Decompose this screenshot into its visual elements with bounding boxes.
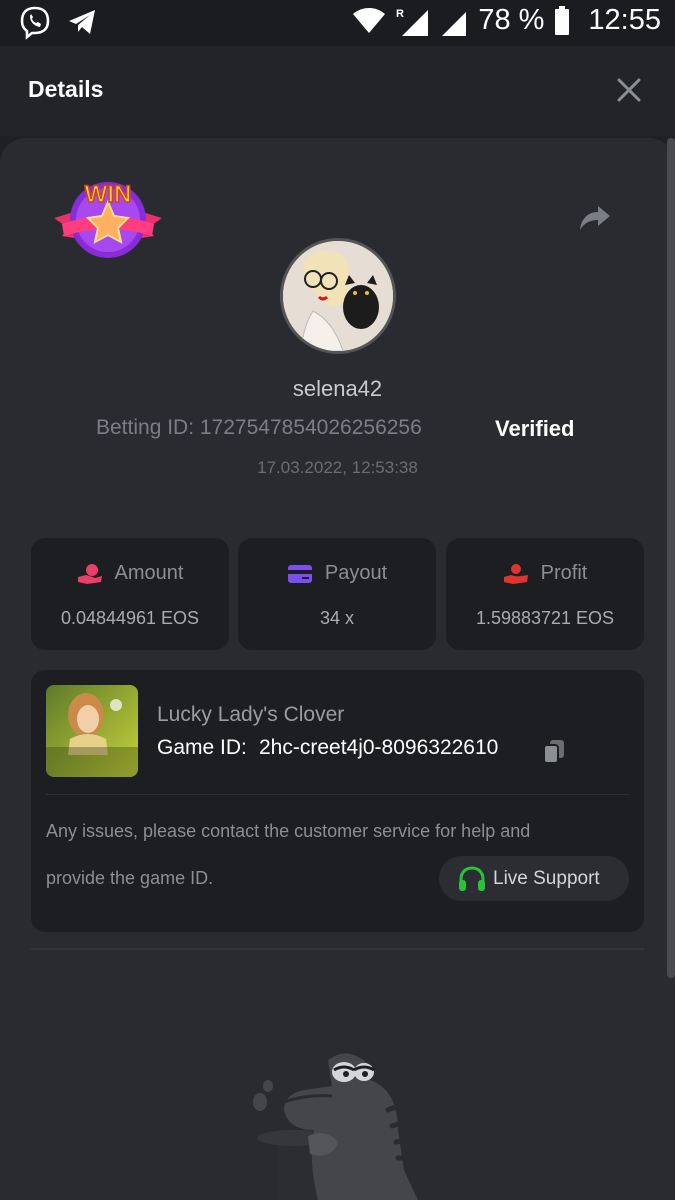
scrollbar[interactable] bbox=[667, 138, 675, 978]
game-thumbnail[interactable] bbox=[46, 685, 138, 777]
stat-payout: Payout 34 x bbox=[238, 538, 436, 650]
profit-hand-icon bbox=[503, 563, 528, 584]
signal-roaming-icon: R bbox=[396, 8, 429, 36]
details-header: Details bbox=[0, 46, 675, 136]
card-icon bbox=[287, 564, 312, 583]
coins-hand-icon bbox=[77, 563, 102, 584]
support-notice-line2: provide the game ID. bbox=[46, 868, 214, 888]
game-name: Lucky Lady's Clover bbox=[157, 703, 345, 726]
viber-icon bbox=[20, 6, 50, 40]
section-divider bbox=[31, 948, 644, 950]
betting-id: Betting ID: 1727547854026256256 bbox=[96, 416, 422, 439]
wifi-icon bbox=[353, 7, 386, 33]
crocodile-mascot-icon bbox=[253, 1053, 418, 1200]
live-support-button[interactable]: Live Support bbox=[439, 856, 629, 901]
copy-icon[interactable] bbox=[542, 738, 566, 764]
telegram-icon bbox=[69, 10, 95, 34]
verified-label: Verified bbox=[495, 416, 575, 441]
win-badge-icon: WIN bbox=[54, 180, 162, 258]
win-badge-text: WIN bbox=[85, 181, 132, 208]
stat-payout-value: 34 x bbox=[319, 608, 355, 628]
headset-icon bbox=[459, 865, 485, 891]
status-bar: R 78 % 12:55 bbox=[0, 0, 675, 46]
stat-profit-value: 1.59883721 EOS bbox=[475, 608, 615, 628]
support-notice-line1: Any issues, please contact the customer … bbox=[46, 821, 531, 841]
close-icon[interactable] bbox=[615, 76, 643, 104]
avatar bbox=[280, 238, 396, 354]
page-title: Details bbox=[28, 76, 104, 102]
game-id-value: 2hc-creet4j0-8096322610 bbox=[259, 736, 499, 759]
stat-profit-label: Profit bbox=[540, 562, 588, 584]
stat-amount-label: Amount bbox=[114, 562, 184, 584]
game-id-label: Game ID: bbox=[157, 736, 247, 759]
bet-timestamp: 17.03.2022, 12:53:38 bbox=[257, 458, 418, 477]
signal-icon bbox=[442, 11, 467, 36]
svg-text:R: R bbox=[396, 8, 404, 20]
stat-payout-label: Payout bbox=[324, 562, 388, 584]
clock: 12:55 bbox=[588, 4, 661, 36]
divider bbox=[46, 794, 629, 795]
game-info-card: Lucky Lady's Clover Game ID: 2hc-creet4j… bbox=[31, 670, 644, 932]
share-icon[interactable] bbox=[578, 200, 612, 234]
live-support-label: Live Support bbox=[493, 867, 600, 889]
battery-percent: 78 % bbox=[478, 4, 545, 36]
stat-profit: Profit 1.59883721 EOS bbox=[446, 538, 644, 650]
stat-amount: Amount 0.04844961 EOS bbox=[31, 538, 229, 650]
stat-amount-value: 0.04844961 EOS bbox=[60, 608, 200, 628]
username: selena42 bbox=[292, 376, 383, 401]
battery-icon bbox=[555, 5, 570, 35]
